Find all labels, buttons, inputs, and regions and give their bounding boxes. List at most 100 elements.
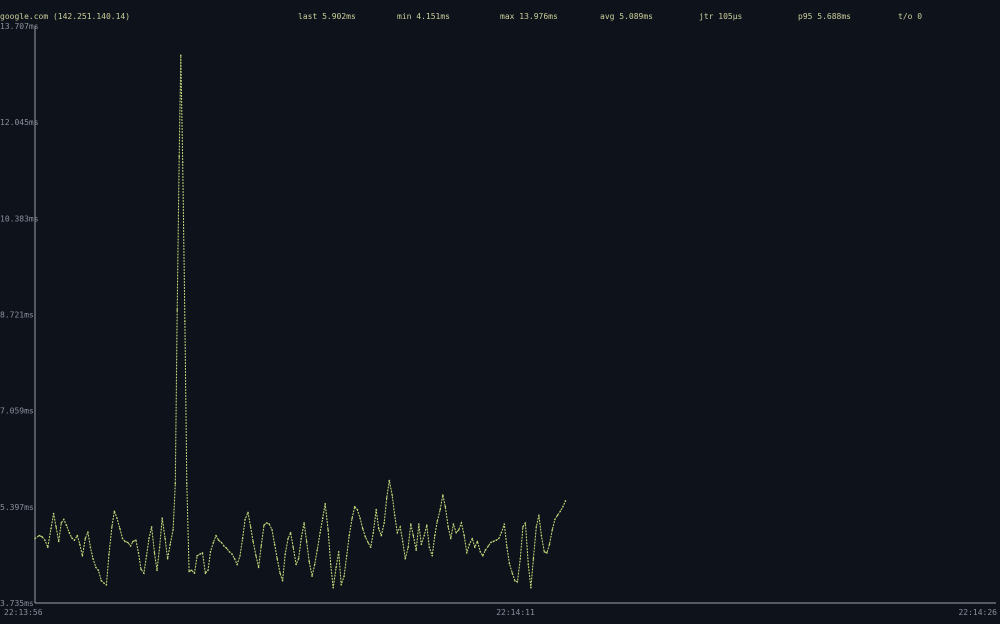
latency-sample-point xyxy=(38,534,40,537)
latency-sample-point xyxy=(260,545,263,547)
latency-sample-point xyxy=(71,537,73,539)
latency-sample-point xyxy=(543,551,546,553)
x-tick-label: 22:14:11 xyxy=(496,608,535,617)
latency-sample-point xyxy=(524,522,527,524)
latency-sample-point xyxy=(73,539,76,541)
latency-sample-point xyxy=(415,549,418,551)
latency-sample-point xyxy=(225,547,228,550)
latency-sample-point xyxy=(369,546,372,548)
latency-sample-point xyxy=(420,543,423,546)
latency-sample-point xyxy=(522,526,524,528)
latency-sample-point xyxy=(313,563,316,566)
latency-sample-point xyxy=(311,575,313,577)
latency-sample-point xyxy=(95,566,97,569)
latency-sample-point xyxy=(375,508,378,511)
latency-sample-point xyxy=(407,546,410,548)
latency-sample-point xyxy=(87,531,89,533)
latency-sample-point xyxy=(127,541,129,544)
latency-sample-point xyxy=(436,520,439,522)
latency-sample-point xyxy=(319,531,321,534)
latency-series xyxy=(34,54,567,589)
latency-sample-point xyxy=(209,551,212,553)
latency-sample-point xyxy=(188,570,190,573)
latency-sample-point xyxy=(503,523,506,525)
latency-sample-point xyxy=(97,569,100,572)
latency-sample-point xyxy=(383,522,386,524)
latency-line xyxy=(34,55,567,588)
latency-sample-point xyxy=(249,526,252,528)
latency-sample-point xyxy=(372,531,375,534)
latency-sample-point xyxy=(316,549,319,551)
latency-sample-point xyxy=(466,552,468,554)
latency-sample-point xyxy=(150,526,153,528)
latency-sample-point xyxy=(176,309,178,311)
latency-sample-point xyxy=(356,508,359,511)
latency-sample-point xyxy=(303,522,305,524)
latency-sample-point xyxy=(271,529,273,531)
latency-sample-point xyxy=(511,572,514,574)
latency-sample-point xyxy=(361,527,364,530)
latency-sample-point xyxy=(41,535,43,538)
latency-sample-point xyxy=(388,479,391,482)
latency-sample-point xyxy=(169,543,171,546)
latency-sample-point xyxy=(546,552,548,554)
latency-sample-point xyxy=(463,534,466,537)
latency-sample-point xyxy=(471,537,474,540)
latency-sample-point xyxy=(199,553,201,555)
latency-sample-point xyxy=(57,540,60,543)
latency-sample-point xyxy=(490,541,492,544)
latency-sample-point xyxy=(100,579,103,582)
latency-sample-point xyxy=(174,482,177,485)
latency-sample-point xyxy=(231,553,233,555)
latency-sample-point xyxy=(535,526,538,528)
latency-sample-point xyxy=(217,539,220,541)
latency-sample-point xyxy=(495,539,498,541)
latency-sample-point xyxy=(89,546,92,548)
latency-sample-point xyxy=(148,537,150,540)
latency-sample-point xyxy=(476,540,479,543)
latency-sample-point xyxy=(442,494,444,496)
latency-sample-point xyxy=(335,566,337,569)
latency-sample-point xyxy=(300,537,303,540)
x-axis-ticks: 22:13:56 22:14:11 22:14:26 xyxy=(4,608,997,617)
latency-sample-point xyxy=(143,572,145,574)
latency-sample-point xyxy=(247,511,249,514)
latency-sample-point xyxy=(401,540,404,543)
latency-sample-point xyxy=(351,517,353,519)
latency-sample-point xyxy=(447,526,450,528)
latency-sample-point xyxy=(548,543,551,546)
latency-sample-point xyxy=(164,537,166,540)
latency-sample-point xyxy=(284,553,287,555)
latency-sample-point xyxy=(281,579,284,582)
latency-sample-point xyxy=(418,523,420,525)
latency-sample-point xyxy=(305,540,308,543)
y-axis-ticks: 13.707ms 12.045ms 10.383ms 8.721ms 7.059ms 5.… xyxy=(0,22,39,608)
latency-sample-point xyxy=(239,555,241,557)
latency-sample-point xyxy=(287,537,289,540)
latency-sample-point xyxy=(279,572,281,574)
latency-sample-point xyxy=(399,526,402,528)
latency-sample-point xyxy=(215,534,217,537)
latency-sample-point xyxy=(321,517,324,519)
latency-chart: 13.707ms 12.045ms 10.383ms 8.721ms 7.059ms 5.… xyxy=(0,22,997,617)
latency-sample-point xyxy=(500,531,503,534)
latency-sample-point xyxy=(396,531,399,534)
latency-sample-point xyxy=(514,579,516,582)
latency-sample-point xyxy=(484,549,487,551)
latency-sample-point xyxy=(207,569,209,572)
latency-sample-point xyxy=(564,500,567,502)
latency-sample-point xyxy=(79,543,81,546)
latency-sample-point xyxy=(129,545,132,547)
y-tick-label: 7.059ms xyxy=(0,407,34,416)
latency-sample-point xyxy=(212,541,215,544)
latency-sample-point xyxy=(391,494,394,496)
latency-sample-point xyxy=(423,534,426,537)
latency-sample-point xyxy=(359,517,361,519)
latency-sample-point xyxy=(263,524,265,526)
latency-sample-point xyxy=(364,535,367,538)
latency-sample-point xyxy=(108,553,110,555)
latency-sample-point xyxy=(292,546,295,548)
latency-sample-point xyxy=(289,531,292,534)
latency-sample-point xyxy=(474,546,476,548)
latency-sample-point xyxy=(367,541,369,544)
